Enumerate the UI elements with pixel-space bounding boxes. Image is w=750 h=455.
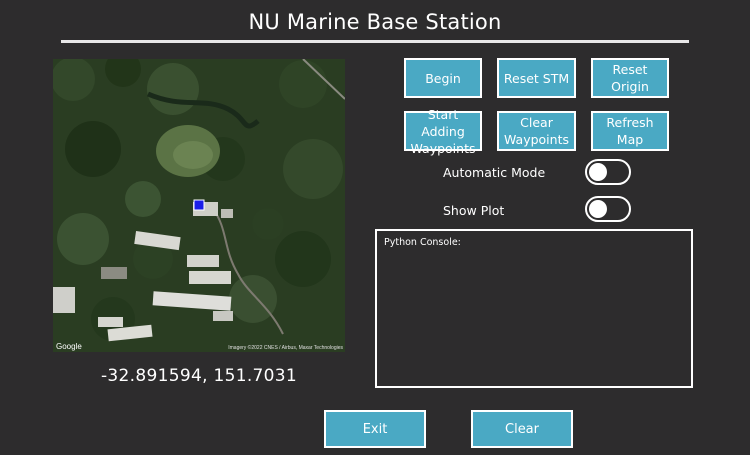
- reset-stm-button[interactable]: Reset STM: [497, 58, 576, 98]
- begin-button[interactable]: Begin: [404, 58, 482, 98]
- clear-button[interactable]: Clear: [471, 410, 573, 448]
- show-plot-label: Show Plot: [443, 203, 505, 218]
- boat-position-marker: [193, 199, 205, 211]
- automatic-mode-label: Automatic Mode: [443, 165, 546, 180]
- toggle-knob: [589, 200, 607, 218]
- page-title: NU Marine Base Station: [248, 10, 502, 34]
- exit-button[interactable]: Exit: [324, 410, 426, 448]
- satellite-map[interactable]: Google Imagery ©2022 CNES / Airbus, Maxa…: [53, 59, 345, 352]
- python-console-label: Python Console:: [384, 237, 461, 248]
- start-adding-waypoints-button[interactable]: Start Adding Waypoints: [404, 107, 482, 156]
- python-console[interactable]: Python Console:: [375, 229, 693, 388]
- toggle-knob: [589, 163, 607, 181]
- reset-origin-button[interactable]: Reset Origin: [591, 58, 669, 98]
- map-attribution: Imagery ©2022 CNES / Airbus, Maxar Techn…: [228, 345, 343, 351]
- clear-waypoints-button[interactable]: Clear Waypoints: [497, 111, 576, 151]
- show-plot-toggle[interactable]: [585, 196, 631, 222]
- map-image: [53, 59, 345, 352]
- automatic-mode-toggle[interactable]: [585, 159, 631, 185]
- coordinates-readout: -32.891594, 151.7031: [101, 366, 297, 386]
- title-divider: [61, 40, 689, 43]
- refresh-map-button[interactable]: Refresh Map: [591, 111, 669, 151]
- google-logo: Google: [56, 342, 82, 351]
